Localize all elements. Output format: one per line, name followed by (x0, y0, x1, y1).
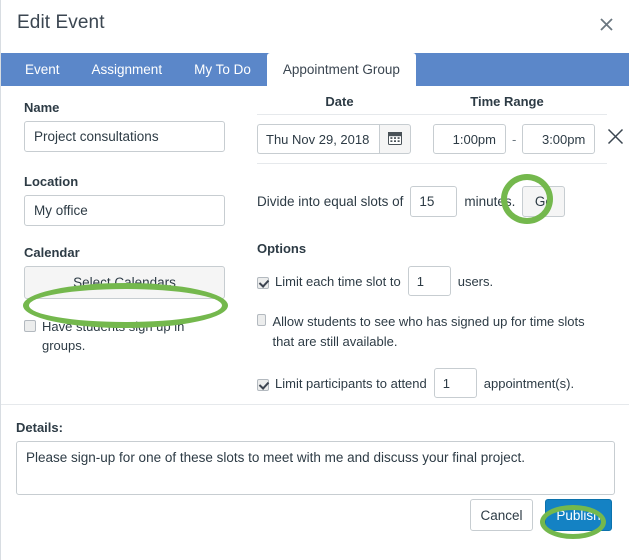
name-input[interactable] (24, 121, 225, 152)
limit-time-slot-checkbox[interactable] (257, 277, 269, 289)
sign-up-in-groups-label: Have students sign up in groups. (42, 319, 185, 353)
options-heading: Options (257, 241, 307, 256)
sign-up-in-groups-checkbox[interactable] (24, 320, 36, 332)
calendar-icon (388, 131, 402, 148)
date-input[interactable] (257, 124, 379, 154)
divide-slots-prefix-label: Divide into equal slots of (257, 194, 404, 209)
divide-slots-row: Divide into equal slots of minutes. Go (257, 186, 607, 217)
visibility-checkbox[interactable] (257, 314, 267, 326)
time-range-column-header: Time Range (470, 94, 544, 109)
close-icon (599, 17, 613, 31)
date-field-group (257, 124, 411, 154)
publish-button[interactable]: Publish (545, 499, 612, 531)
go-button[interactable]: Go (522, 186, 566, 217)
end-time-input[interactable] (522, 124, 596, 154)
details-section: Details: Please sign-up for one of these… (1, 404, 629, 500)
limit-participants-input[interactable] (433, 368, 477, 399)
limit-participants-prefix-label: Limit participants to attend (275, 375, 427, 391)
visibility-label: Allow students to see who has signed up … (272, 314, 585, 350)
limit-participants-checkbox[interactable] (257, 379, 269, 392)
visibility-option-row: Allow students to see who has signed up … (257, 312, 601, 352)
close-icon (607, 128, 624, 150)
select-calendars-button[interactable]: Select Calendars (24, 266, 225, 299)
appointment-left-column: Name Location Calendar Select Calendars … (24, 100, 227, 356)
time-range-group: - (433, 124, 626, 154)
calendar-picker-button[interactable] (379, 124, 411, 154)
delete-time-slot-button[interactable] (604, 128, 626, 150)
tab-label: Appointment Group (282, 62, 400, 77)
name-label: Name (24, 100, 60, 115)
sign-up-in-groups-row[interactable]: Have students sign up in groups. (24, 318, 227, 356)
location-label: Location (24, 174, 79, 189)
edit-event-dialog: Edit Event Event Assignment My To Do App… (0, 0, 629, 560)
dialog-footer: Cancel Publish (470, 499, 612, 531)
slot-minutes-input[interactable] (410, 186, 458, 217)
details-label: Details: (16, 420, 63, 435)
tab-event[interactable]: Event (9, 53, 76, 86)
schedule-row: - (257, 115, 623, 164)
appointment-right-column: Date Time Range Thu Nov 29, 2018 1:00pm … (257, 94, 623, 399)
tab-label: My To Do (194, 62, 251, 77)
schedule-table-header: Date Time Range (257, 94, 607, 115)
time-range-separator: - (512, 131, 517, 147)
limit-participants-suffix-label: appointment(s). (483, 375, 575, 391)
dialog-body: Name Location Calendar Select Calendars … (1, 86, 629, 558)
details-textarea[interactable]: Please sign-up for one of these slots to… (16, 441, 615, 495)
calendar-label: Calendar (24, 245, 80, 260)
cancel-button[interactable]: Cancel (470, 499, 533, 531)
limit-participants-row: Limit participants to attend appointment… (257, 368, 607, 399)
location-input[interactable] (24, 195, 225, 226)
tab-appointment-group[interactable]: Appointment Group (266, 53, 416, 86)
tab-my-to-do[interactable]: My To Do (178, 53, 267, 86)
tab-bar: Event Assignment My To Do Appointment Gr… (1, 53, 629, 86)
close-dialog-button[interactable] (595, 13, 617, 35)
tab-label: Event (25, 62, 60, 77)
tab-assignment[interactable]: Assignment (76, 53, 179, 86)
tab-label: Assignment (91, 62, 163, 77)
divide-slots-suffix-label: minutes. (464, 194, 516, 209)
page-title: Edit Event (17, 12, 105, 33)
limit-time-slot-suffix-label: users. (457, 273, 494, 289)
dialog-header: Edit Event (1, 0, 629, 53)
limit-time-slot-prefix-label: Limit each time slot to (275, 273, 401, 289)
limit-time-slot-input[interactable] (407, 266, 451, 296)
start-time-input[interactable] (433, 124, 506, 154)
limit-time-slot-row: Limit each time slot to users. (257, 266, 607, 296)
date-column-header: Date (325, 94, 354, 109)
